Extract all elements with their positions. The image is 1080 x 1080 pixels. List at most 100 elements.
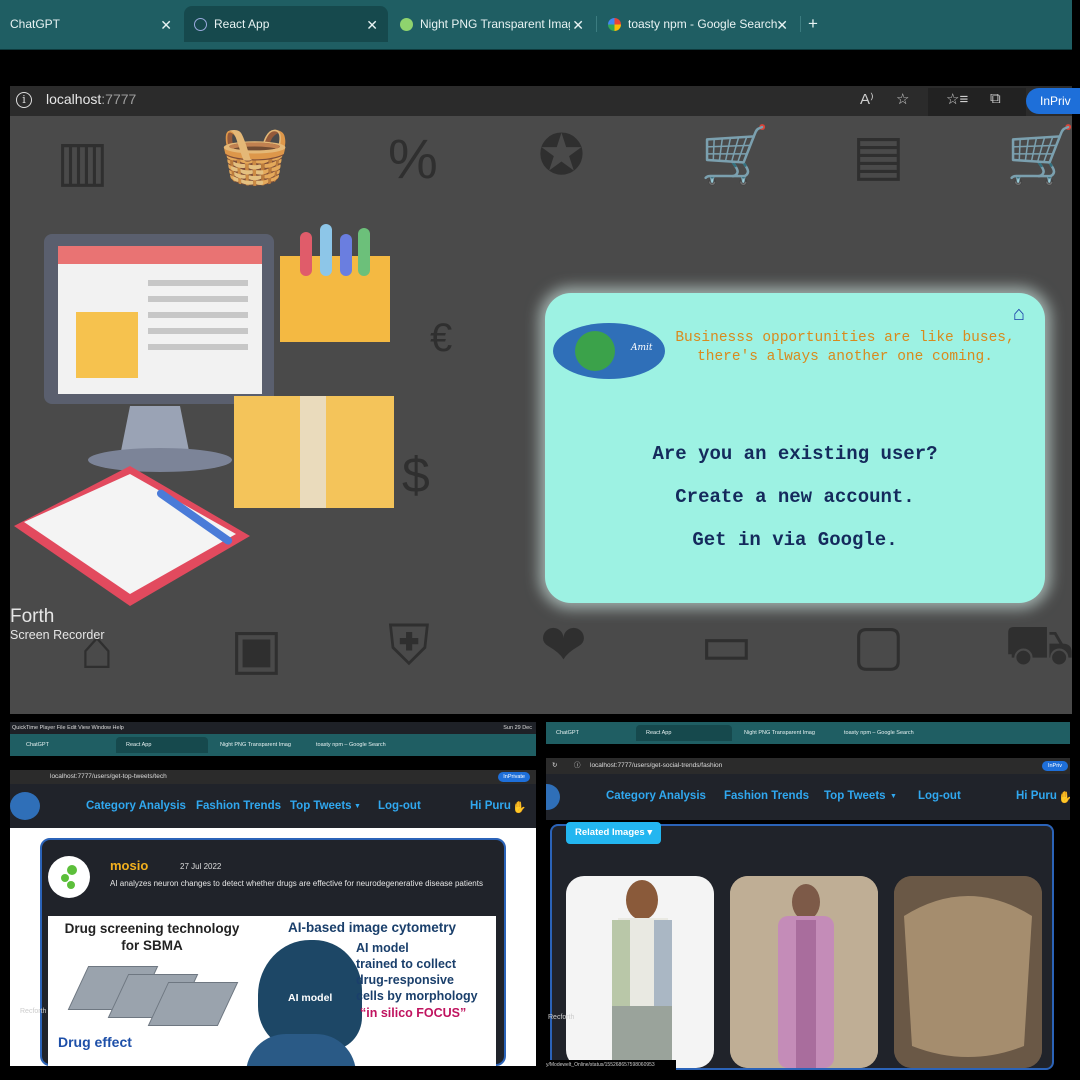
url-field[interactable]: localhost:7777/users/get-top-tweets/tech… <box>10 770 536 784</box>
grocery-basket-icon: 🧺 <box>220 123 290 186</box>
google-signin-link[interactable]: Get in via Google. <box>545 529 1045 551</box>
info-icon[interactable]: i <box>16 92 32 108</box>
browser-tab-bar: ChatGPT React App Night PNG Transparent … <box>10 734 536 756</box>
new-tab-icon[interactable]: + <box>808 14 818 34</box>
url-text: localhost:7777/users/get-social-trends/f… <box>590 762 723 769</box>
favorite-star-icon[interactable]: ☆ <box>896 90 909 108</box>
close-icon[interactable]: ✕ <box>160 17 172 34</box>
tab-night-png[interactable]: Night PNG Transparent Imag <box>210 737 306 753</box>
tab-separator <box>800 16 801 32</box>
inprivate-badge[interactable]: InPrivate <box>498 772 530 782</box>
screenshot-top-tweets: QuickTime Player File Edit View Window H… <box>10 722 536 1066</box>
nav-top-tweets[interactable]: Top Tweets <box>824 790 886 802</box>
mac-menubar: QuickTime Player File Edit View Window H… <box>10 722 536 734</box>
recorder-title: Forth <box>10 606 55 627</box>
nav-logout[interactable]: Log-out <box>918 790 961 802</box>
nav-category-analysis[interactable]: Category Analysis <box>606 790 706 802</box>
ecommerce-illustration <box>14 224 394 606</box>
inprivate-badge[interactable]: InPriv <box>1041 761 1068 771</box>
close-icon[interactable]: ✕ <box>776 17 788 34</box>
tweet-username[interactable]: mosio <box>110 858 148 873</box>
address-bar <box>10 86 1072 116</box>
tab-chatgpt[interactable]: ChatGPT <box>16 737 116 753</box>
gift-box-icon: ❤ <box>540 613 587 676</box>
tab-chatgpt[interactable]: ChatGPT <box>546 725 636 741</box>
tab-react-app[interactable]: React App ✕ <box>184 6 388 42</box>
create-account-link[interactable]: Create a new account. <box>545 486 1045 508</box>
tab-separator <box>596 16 597 32</box>
wave-hand-icon: ✋ <box>512 802 527 814</box>
read-aloud-icon[interactable]: A⁾ <box>860 90 874 108</box>
toolbar-group <box>928 88 1026 116</box>
quote-line: there's always another one coming. <box>697 349 993 365</box>
brand-logo[interactable] <box>10 792 40 820</box>
site-icon <box>400 17 413 31</box>
chevron-down-icon[interactable]: ▼ <box>890 793 897 800</box>
logo-text: Amit <box>631 343 653 353</box>
drug-effect-label: Drug effect <box>58 1034 132 1050</box>
react-icon <box>194 17 207 31</box>
nav-category-analysis[interactable]: Category Analysis <box>86 800 186 812</box>
app-navbar: Category Analysis Fashion Trends Top Twe… <box>546 774 1070 820</box>
login-card: ⌂ Amit Businesss opportunities are like … <box>545 293 1045 603</box>
receipt-icon: ▭ <box>700 613 753 676</box>
app-navbar: Category Analysis Fashion Trends Top Twe… <box>10 784 536 828</box>
mosio-logo-icon <box>61 865 77 889</box>
tab-react-app[interactable]: React App <box>116 737 208 753</box>
avatar <box>48 856 90 898</box>
url-text: localhost:7777/users/get-top-tweets/tech <box>50 773 167 780</box>
url-host: localhost <box>46 91 102 107</box>
recorder-watermark: Forth Screen Recorder <box>10 606 105 642</box>
nav-logout[interactable]: Log-out <box>378 800 421 812</box>
fashion-photo-1[interactable] <box>566 876 714 1068</box>
tab-label: toasty npm - Google Search <box>628 17 778 31</box>
brand-logo[interactable] <box>546 784 560 810</box>
favorites-list-icon[interactable]: ☆≡ <box>946 90 968 108</box>
nav-top-tweets[interactable]: Top Tweets <box>290 800 352 812</box>
tab-google-search[interactable]: toasty npm – Google Search <box>306 737 406 753</box>
spacer <box>546 744 1070 758</box>
tab-react-app[interactable]: React App <box>636 725 732 741</box>
existing-user-link[interactable]: Are you an existing user? <box>545 443 1045 465</box>
tab-google-search[interactable]: toasty npm - Google Search ✕ <box>598 6 798 42</box>
related-images-dropdown[interactable]: Related Images ▾ <box>566 822 662 844</box>
url-field[interactable]: localhost:7777 <box>46 91 136 107</box>
quote-line: Businesss opportunities are like buses, <box>675 330 1015 346</box>
reload-icon[interactable]: ↻ <box>552 758 557 774</box>
tab-night-png[interactable]: Night PNG Transparent Images ✕ <box>390 6 594 42</box>
image-right-title: AI-based image cytometry <box>288 920 457 935</box>
tab-chatgpt[interactable]: ChatGPT ✕ <box>0 6 182 42</box>
fashion-photo-3[interactable] <box>894 876 1042 1068</box>
tab-night-png[interactable]: Night PNG Transparent Imag <box>734 725 834 741</box>
inprivate-badge[interactable]: InPriv <box>1026 88 1080 114</box>
nav-fashion-trends[interactable]: Fashion Trends <box>724 790 809 802</box>
ai-description: AI model trained to collect drug-respons… <box>356 940 478 1004</box>
shield-check-icon: ⛨ <box>388 613 430 676</box>
award-badge-icon: ✪ <box>538 123 585 186</box>
tweet-image[interactable]: Drug screening technology for SBMA AI-ba… <box>48 916 496 1066</box>
shopping-bag-icon: ▢ <box>852 613 905 676</box>
fashion-photo-2[interactable] <box>730 876 878 1068</box>
ai-line: cells by morphology <box>356 989 478 1003</box>
clock: Sun 29 Dec <box>503 725 532 731</box>
barcode-icon: ▥ <box>56 129 109 192</box>
close-icon[interactable]: ✕ <box>366 17 378 34</box>
close-icon[interactable]: ✕ <box>572 17 584 34</box>
globe-icon <box>575 331 615 371</box>
wave-hand-icon: ✋ <box>1058 792 1070 804</box>
brand-logo: Amit <box>553 323 665 379</box>
silico-label: “in silico FOCUS” <box>360 1006 467 1020</box>
browser-tab-bar: ChatGPT React App Night PNG Transparent … <box>546 722 1070 744</box>
url-field[interactable]: ↻ ⓘ localhost:7777/users/get-social-trends… <box>546 758 1070 774</box>
collections-icon[interactable]: ⧉ <box>990 90 1001 107</box>
nav-fashion-trends[interactable]: Fashion Trends <box>196 800 281 812</box>
discount-tag-icon: % <box>388 127 438 190</box>
recorder-subtitle: Screen Recorder <box>10 628 105 642</box>
chevron-down-icon[interactable]: ▼ <box>354 803 361 810</box>
cardigan-model-image <box>612 880 672 1068</box>
home-icon[interactable]: ⌂ <box>1013 303 1025 326</box>
menubar-text: QuickTime Player File Edit View Window H… <box>12 725 124 731</box>
spacer <box>0 50 1072 86</box>
tab-google-search[interactable]: toasty npm – Google Search <box>834 725 934 741</box>
info-icon[interactable]: ⓘ <box>574 758 581 774</box>
